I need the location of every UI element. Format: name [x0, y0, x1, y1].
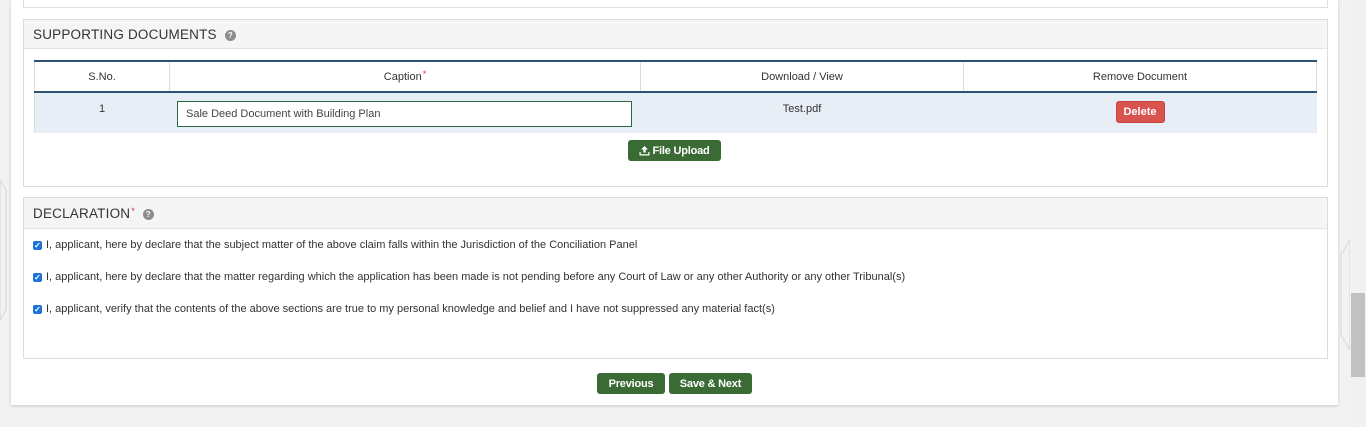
upload-icon: [639, 145, 650, 155]
declaration-header: DECLARATION * ?: [24, 198, 1327, 229]
previous-button[interactable]: Previous: [597, 373, 665, 394]
file-link[interactable]: Test.pdf: [641, 93, 963, 115]
declaration-text: I, applicant, here by declare that the m…: [46, 271, 906, 283]
declaration-item-3[interactable]: ✓ I, applicant, verify that the contents…: [33, 303, 775, 315]
column-header-remove: Remove Document: [963, 60, 1317, 93]
checkbox-checked-icon[interactable]: ✓: [33, 304, 42, 314]
table-row: 1 Test.pdf Delete: [34, 92, 1317, 133]
column-header-sno: S.No.: [34, 60, 170, 93]
caption-input[interactable]: [177, 101, 632, 127]
column-header-caption: Caption*: [169, 60, 641, 93]
checkbox-checked-icon[interactable]: ✓: [33, 240, 42, 250]
row-remove-cell: Delete: [963, 92, 1317, 133]
row-file-cell: Test.pdf: [640, 92, 964, 133]
background-ornament-left: [0, 180, 7, 320]
file-upload-label: File Upload: [652, 144, 710, 157]
row-caption-cell: [169, 92, 641, 133]
supporting-documents-header: SUPPORTING DOCUMENTS ?: [24, 20, 1327, 49]
row-sno: 1: [34, 92, 170, 133]
required-marker: *: [422, 68, 427, 79]
declaration-title: DECLARATION: [33, 205, 131, 221]
save-next-button[interactable]: Save & Next: [669, 373, 752, 394]
supporting-documents-table: S.No. Caption* Download / View Remove Do…: [34, 60, 1317, 133]
help-icon[interactable]: ?: [142, 208, 154, 220]
previous-section-bottom: [23, 0, 1328, 8]
delete-button[interactable]: Delete: [1115, 101, 1165, 123]
table-header-row: S.No. Caption* Download / View Remove Do…: [34, 60, 1317, 93]
checkbox-checked-icon[interactable]: ✓: [33, 272, 42, 282]
declaration-text: I, applicant, verify that the contents o…: [46, 303, 775, 315]
help-icon[interactable]: ?: [224, 29, 236, 41]
column-header-download: Download / View: [640, 60, 964, 93]
scrollbar-thumb[interactable]: [1351, 293, 1365, 377]
supporting-documents-panel: SUPPORTING DOCUMENTS ? S.No. Caption* Do…: [23, 19, 1328, 187]
declaration-item-1[interactable]: ✓ I, applicant, here by declare that the…: [33, 239, 637, 251]
required-marker: *: [131, 206, 135, 216]
supporting-documents-title: SUPPORTING DOCUMENTS: [33, 26, 217, 42]
file-upload-button[interactable]: File Upload: [628, 140, 721, 161]
declaration-panel: DECLARATION * ? ✓ I, applicant, here by d…: [23, 197, 1328, 359]
background-ornament-right: [1340, 240, 1350, 350]
declaration-text: I, applicant, here by declare that the s…: [46, 239, 638, 251]
declaration-item-2[interactable]: ✓ I, applicant, here by declare that the…: [33, 271, 905, 283]
